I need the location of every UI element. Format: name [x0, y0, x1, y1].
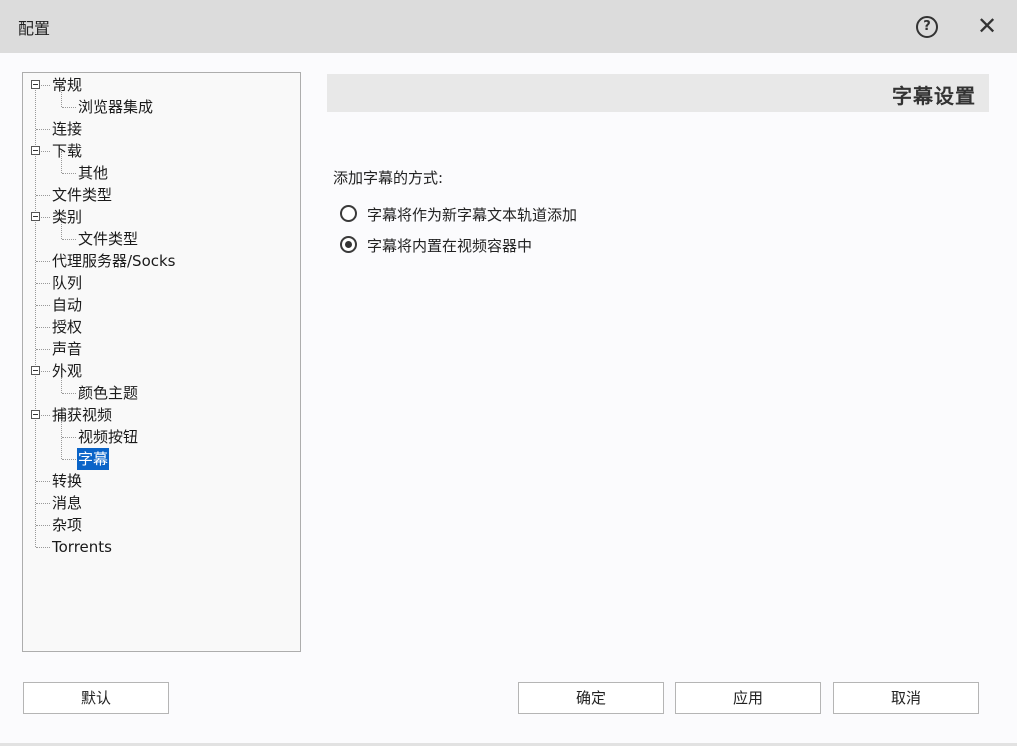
tree-connector [36, 503, 50, 504]
tree-connector [36, 283, 50, 284]
tree-item[interactable]: 常规 [23, 74, 300, 96]
tree-item-label: 其他 [78, 164, 109, 182]
tree-subitem[interactable]: 其他 [23, 162, 300, 184]
section-title: 字幕设置 [892, 84, 976, 108]
tree-connector [62, 239, 76, 240]
tree-item[interactable]: 类别 [23, 206, 300, 228]
tree-item-label: 杂项 [52, 516, 83, 534]
tree-item[interactable]: 连接 [23, 118, 300, 140]
default-button[interactable]: 默认 [23, 682, 169, 714]
tree-connector [62, 107, 76, 108]
tree-connector [36, 195, 50, 196]
tree-item-label: 声音 [52, 340, 83, 358]
tree-connector [62, 437, 76, 438]
tree-subitem[interactable]: 浏览器集成 [23, 96, 300, 118]
tree-item-label: 下载 [52, 142, 83, 160]
subtitle-method-label: 添加字幕的方式: [333, 169, 444, 187]
tree-item-label: 捕获视频 [52, 406, 113, 424]
tree-item[interactable]: 声音 [23, 338, 300, 360]
tree-connector [36, 327, 50, 328]
tree-item-label: 视频按钮 [78, 428, 139, 446]
tree-connector [36, 349, 50, 350]
title-bar: 配置 ? ✕ [0, 0, 1017, 53]
apply-button[interactable]: 应用 [675, 682, 821, 714]
tree-item[interactable]: 转换 [23, 470, 300, 492]
tree-item[interactable]: 文件类型 [23, 184, 300, 206]
tree-item-label: 代理服务器/Socks [52, 252, 176, 270]
help-icon[interactable]: ? [916, 16, 938, 38]
tree-connector [36, 305, 50, 306]
collapse-toggle-icon[interactable] [31, 212, 40, 221]
tree-item-label: 浏览器集成 [78, 98, 154, 116]
window-title: 配置 [18, 19, 51, 38]
tree-item-label: 转换 [52, 472, 83, 490]
collapse-toggle-icon[interactable] [31, 146, 40, 155]
tree-item-label: 文件类型 [52, 186, 113, 204]
tree-item[interactable]: 代理服务器/Socks [23, 250, 300, 272]
tree-item-label: 类别 [52, 208, 83, 226]
collapse-toggle-icon[interactable] [31, 366, 40, 375]
radio-label: 字幕将作为新字幕文本轨道添加 [367, 206, 578, 224]
tree-item[interactable]: 捕获视频 [23, 404, 300, 426]
tree-connector [36, 547, 50, 548]
tree-item-label: 字幕 [77, 448, 110, 470]
tree-item-label: 授权 [52, 318, 83, 336]
radio-button-checked[interactable] [340, 236, 357, 253]
settings-tree[interactable]: 常规 浏览器集成 连接 下载 其他 文件类型 类别 文件类型 代理服务器/Socks 队列 自动 授权… [22, 72, 301, 652]
tree-item[interactable]: 队列 [23, 272, 300, 294]
collapse-toggle-icon[interactable] [31, 80, 40, 89]
tree-connector [62, 393, 76, 394]
tree-item[interactable]: 消息 [23, 492, 300, 514]
tree-item[interactable]: 自动 [23, 294, 300, 316]
tree-item[interactable]: Torrents [23, 536, 300, 558]
tree-item[interactable]: 授权 [23, 316, 300, 338]
tree-connector [36, 261, 50, 262]
radio-button[interactable] [340, 205, 357, 222]
tree-item-label: 连接 [52, 120, 83, 138]
tree-item-label: 颜色主题 [78, 384, 139, 402]
tree-item[interactable]: 外观 [23, 360, 300, 382]
tree-item[interactable]: 下载 [23, 140, 300, 162]
tree-item-label: 消息 [52, 494, 83, 512]
collapse-toggle-icon[interactable] [31, 410, 40, 419]
tree-item-label: 常规 [52, 76, 83, 94]
tree-item-label: 外观 [52, 362, 83, 380]
tree-item-label: 文件类型 [78, 230, 139, 248]
tree-connector [36, 525, 50, 526]
tree-connector [36, 129, 50, 130]
close-icon[interactable]: ✕ [974, 11, 1000, 41]
tree-item[interactable]: 杂项 [23, 514, 300, 536]
tree-connector [62, 459, 76, 460]
ok-button[interactable]: 确定 [518, 682, 664, 714]
tree-connector [62, 173, 76, 174]
section-header: 字幕设置 [327, 74, 989, 112]
radio-label: 字幕将内置在视频容器中 [367, 237, 533, 255]
tree-item-label: Torrents [52, 538, 112, 556]
tree-subitem[interactable]: 视频按钮 [23, 426, 300, 448]
tree-item-label: 队列 [52, 274, 83, 292]
tree-subitem[interactable]: 字幕 [23, 448, 300, 470]
tree-item-label: 自动 [52, 296, 83, 314]
tree-subitem[interactable]: 颜色主题 [23, 382, 300, 404]
tree-subitem[interactable]: 文件类型 [23, 228, 300, 250]
cancel-button[interactable]: 取消 [833, 682, 979, 714]
tree-connector [36, 481, 50, 482]
